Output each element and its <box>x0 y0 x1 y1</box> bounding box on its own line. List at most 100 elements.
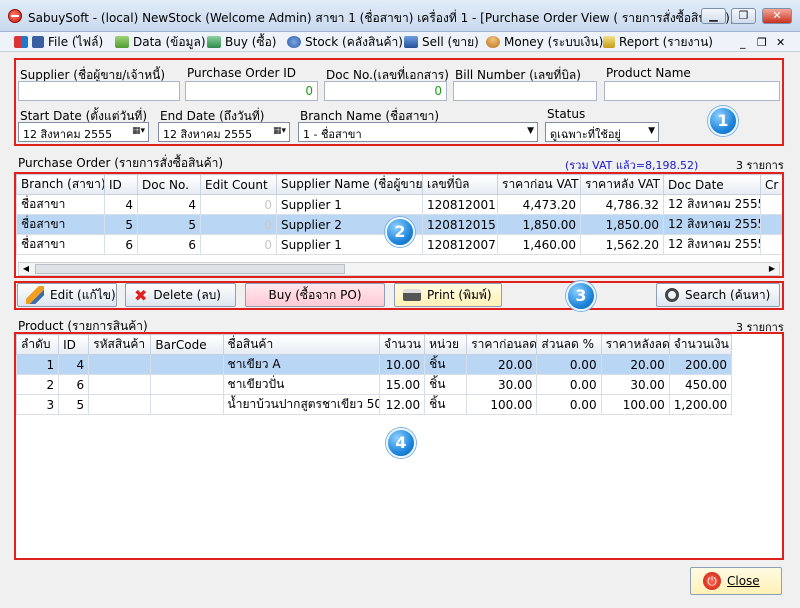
close-button[interactable]: ⏻ Close <box>690 567 782 595</box>
product-column-header[interactable]: ชื่อสินค้า <box>222 334 380 355</box>
print-button[interactable]: Print (พิมพ์) <box>394 283 502 307</box>
product-column-header[interactable]: หน่วย <box>424 334 468 355</box>
mdi-minimize-button[interactable]: _ <box>740 34 746 50</box>
purchase-order-column-header[interactable]: Doc No. <box>137 174 201 195</box>
product-cell: 30.00 <box>466 374 538 395</box>
menu-file[interactable]: File (ไฟล์) <box>14 34 103 50</box>
product-cell: 10.00 <box>378 354 426 375</box>
purchase-order-cell: 6 <box>137 234 201 255</box>
buy-from-po-button[interactable]: Buy (ซื้อจาก PO) <box>245 283 385 307</box>
restore-button[interactable]: ❐ <box>731 8 756 24</box>
product-cell: 3 <box>16 394 60 415</box>
start-date-picker[interactable]: 12 สิงหาคม 2555 ▦▾ <box>18 122 149 142</box>
purchase-order-cell: ชื่อสาขา <box>16 234 105 255</box>
purchase-order-cell: 1,850.00 <box>497 214 581 235</box>
purchase-order-column-header[interactable]: Doc Date <box>663 174 761 195</box>
product-cell: ชาเขียวปั่น <box>222 374 380 395</box>
delete-button[interactable]: ✖ Delete (ลบ) <box>125 283 236 307</box>
product-cell <box>88 394 152 415</box>
purchase-order-cell: 4 <box>137 194 201 215</box>
edit-button[interactable]: Edit (แก้ไข) <box>17 283 117 307</box>
purchase-order-cell <box>760 234 782 255</box>
purchase-order-title: Purchase Order (รายการสั่งซื้อสินค้า) <box>18 156 224 170</box>
product-cell: 4 <box>58 354 90 375</box>
purchase-order-column-header[interactable]: Cr <box>760 174 782 195</box>
purchase-order-row[interactable]: ชื่อสาขา 4 4 0 Supplier 1 120812001 4,473.20 4,… <box>16 194 782 215</box>
status-label: Status <box>547 107 586 121</box>
doc-no-input[interactable]: 0 <box>324 81 447 101</box>
scroll-left-arrow-icon[interactable]: ◀ <box>19 263 33 275</box>
purchase-order-column-header[interactable]: Supplier Name (ชื่อผู้ขาย) <box>276 174 423 195</box>
product-column-header[interactable]: ส่วนลด % <box>536 334 602 355</box>
purchase-order-cell: 12 สิงหาคม 2555 <box>663 194 761 215</box>
app-grid-icon <box>14 36 28 48</box>
product-column-header[interactable]: ลำดับ <box>16 334 60 355</box>
product-column-header[interactable]: จำนวน <box>378 334 426 355</box>
menu-buy[interactable]: Buy (ซื้อ) <box>207 34 276 50</box>
product-name-input[interactable] <box>604 81 780 101</box>
product-row[interactable]: 35 น้ำยาบ้วนปากสูตรชาเขียว 500ml12.00ชิ้น… <box>16 394 733 415</box>
printer-icon <box>403 289 421 301</box>
menu-sell-label: Sell (ขาย) <box>422 34 479 49</box>
menu-report-label: Report (รายงาน) <box>619 34 713 49</box>
purchase-order-cell <box>760 214 782 235</box>
supplier-input[interactable] <box>18 81 180 101</box>
product-cell: 20.00 <box>466 354 538 375</box>
product-column-header[interactable]: BarCode <box>150 334 224 355</box>
scroll-right-arrow-icon[interactable]: ▶ <box>765 263 779 275</box>
product-column-header[interactable]: รหัสสินค้า <box>88 334 152 355</box>
scroll-thumb[interactable] <box>35 264 345 274</box>
product-column-header[interactable]: ราคาหลังลด <box>600 334 670 355</box>
product-cell: 30.00 <box>600 374 670 395</box>
product-cell: 1,200.00 <box>668 394 733 415</box>
purchase-order-column-header[interactable]: ID <box>104 174 138 195</box>
product-cell: ชิ้น <box>424 374 468 395</box>
purchase-order-cell: 12 สิงหาคม 2555 <box>663 234 761 255</box>
po-id-input[interactable]: 0 <box>185 81 318 101</box>
buy-cart-icon <box>207 36 221 48</box>
menu-sell[interactable]: Sell (ขาย) <box>404 34 479 50</box>
purchase-order-cell: 6 <box>104 234 138 255</box>
end-date-value: 12 สิงหาคม 2555 <box>163 128 253 141</box>
search-button[interactable]: Search (ค้นหา) <box>656 283 780 307</box>
purchase-order-cell: 4,786.32 <box>580 194 664 215</box>
stock-gear-icon <box>287 36 301 48</box>
product-cell <box>150 354 224 375</box>
annotation-badge-3: 3 <box>566 281 596 311</box>
report-icon <box>603 36 615 48</box>
close-window-button[interactable]: ✕ <box>762 8 792 24</box>
menu-bar: File (ไฟล์) Data (ข้อมูล) Buy (ซื้อ) Sto… <box>0 32 800 52</box>
status-select[interactable]: ดูเฉพาะที่ใช้อยู่ ▼ <box>545 122 659 142</box>
branch-select[interactable]: 1 - ชื่อสาขา ▼ <box>298 122 538 142</box>
product-row[interactable]: 2 6 ชาเขียวปั่น 15.00 ชิ้น 30.00 0.00 30.00 450.… <box>16 374 733 395</box>
product-column-header[interactable]: ราคาก่อนลด <box>466 334 538 355</box>
purchase-order-column-header[interactable]: Edit Count <box>200 174 277 195</box>
purchase-order-column-header[interactable]: Branch (สาขา) <box>16 174 105 195</box>
menu-stock[interactable]: Stock (คลังสินค้า) <box>287 34 403 50</box>
menu-data[interactable]: Data (ข้อมูล) <box>115 34 206 50</box>
purchase-order-column-header[interactable]: ราคาหลัง VAT <box>580 174 664 195</box>
menu-stock-label: Stock (คลังสินค้า) <box>305 34 403 49</box>
window-title: SabuySoft - (local) NewStock (Welcome Ad… <box>28 11 735 25</box>
end-date-picker[interactable]: 12 สิงหาคม 2555 ▦▾ <box>158 122 290 142</box>
product-cell: 200.00 <box>668 354 733 375</box>
product-row[interactable]: 1 4 ชาเขียว A 10.00 ชิ้น 20.00 0.00 20.00 200.00 <box>16 354 733 375</box>
purchase-order-cell: 5 <box>104 214 138 235</box>
menu-money[interactable]: Money (ระบบเงิน) <box>486 34 603 50</box>
purchase-order-cell: 4 <box>104 194 138 215</box>
product-cell: 1 <box>16 354 60 375</box>
purchase-order-column-header[interactable]: ราคาก่อน VAT <box>497 174 581 195</box>
menu-buy-label: Buy (ซื้อ) <box>225 34 277 49</box>
product-cell <box>150 394 224 415</box>
menu-report[interactable]: Report (รายงาน) <box>603 34 713 50</box>
pencil-icon <box>26 286 44 304</box>
product-column-header[interactable]: จำนวนเงิน <box>668 334 733 355</box>
mdi-close-button[interactable]: ✕ <box>776 34 785 50</box>
minimize-button[interactable]: ▁ <box>701 8 726 24</box>
product-column-header[interactable]: ID <box>58 334 90 355</box>
purchase-order-column-header[interactable]: เลขที่บิล <box>422 174 498 195</box>
bill-number-input[interactable] <box>453 81 597 101</box>
product-cell: 0.00 <box>536 354 602 375</box>
mdi-restore-button[interactable]: ❐ <box>757 34 767 50</box>
horizontal-scrollbar[interactable]: ◀ ▶ <box>18 262 780 276</box>
